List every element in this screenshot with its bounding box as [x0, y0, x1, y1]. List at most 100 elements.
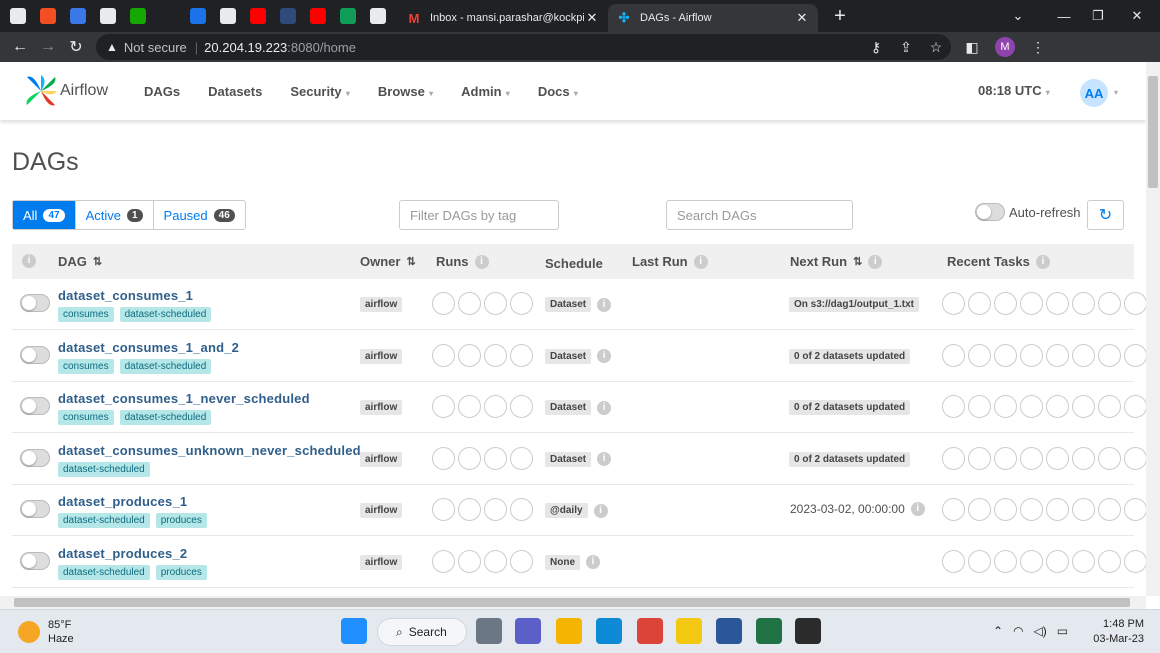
- refresh-button[interactable]: ↻: [1087, 200, 1124, 230]
- pinned-tab[interactable]: [126, 4, 150, 28]
- task-state-circle[interactable]: [942, 549, 965, 573]
- close-tab-icon[interactable]: ✕: [584, 10, 600, 26]
- nav-item-docs[interactable]: Docs ▾: [538, 84, 578, 99]
- tag-badge[interactable]: produces: [155, 564, 207, 580]
- task-state-circle[interactable]: [1046, 498, 1069, 521]
- nav-item-dags[interactable]: DAGs: [144, 84, 180, 99]
- run-state-circle[interactable]: [458, 343, 481, 367]
- pinned-tab[interactable]: [306, 4, 330, 28]
- dag-link[interactable]: dataset_consumes_unknown_never_scheduled: [58, 443, 361, 458]
- reload-icon[interactable]: ↻: [62, 37, 90, 57]
- forward-icon[interactable]: →: [34, 38, 62, 56]
- task-state-circle[interactable]: [994, 446, 1017, 470]
- run-state-circle[interactable]: [432, 395, 455, 418]
- run-state-circle[interactable]: [458, 446, 481, 470]
- task-state-circle[interactable]: [1072, 446, 1095, 470]
- info-icon[interactable]: i: [586, 555, 600, 569]
- word-icon[interactable]: [716, 618, 742, 644]
- browser-tab[interactable]: ✣ DAGs - Airflow ✕: [608, 4, 818, 32]
- tag-badge[interactable]: dataset-scheduled: [58, 513, 150, 528]
- task-state-circle[interactable]: [968, 395, 991, 418]
- task-state-circle[interactable]: [1098, 498, 1121, 521]
- nav-item-datasets[interactable]: Datasets: [208, 84, 262, 99]
- tag-badge[interactable]: dataset-scheduled: [119, 410, 212, 425]
- dag-link[interactable]: dataset_consumes_1_never_scheduled: [58, 391, 310, 406]
- pause-toggle[interactable]: [20, 345, 50, 364]
- run-state-circle[interactable]: [484, 446, 507, 470]
- bookmark-star-icon[interactable]: ☆: [921, 39, 951, 56]
- task-state-circle[interactable]: [994, 498, 1017, 521]
- task-state-circle[interactable]: [968, 343, 991, 367]
- run-state-circle[interactable]: [458, 498, 481, 521]
- pinned-tab[interactable]: [156, 4, 180, 28]
- task-state-circle[interactable]: [1098, 549, 1121, 573]
- task-state-circle[interactable]: [1098, 446, 1121, 470]
- back-icon[interactable]: ←: [6, 38, 34, 56]
- tag-badge[interactable]: consumes: [58, 410, 114, 425]
- run-state-circle[interactable]: [510, 549, 533, 573]
- run-state-circle[interactable]: [510, 292, 533, 315]
- search-dags-input[interactable]: [666, 200, 853, 230]
- run-state-circle[interactable]: [432, 549, 455, 573]
- run-state-circle[interactable]: [432, 343, 455, 367]
- task-state-circle[interactable]: [1124, 343, 1146, 367]
- pause-toggle[interactable]: [20, 397, 50, 415]
- task-state-circle[interactable]: [1072, 292, 1095, 315]
- run-state-circle[interactable]: [432, 446, 455, 470]
- task-state-circle[interactable]: [1072, 549, 1095, 573]
- tag-badge[interactable]: dataset-scheduled: [58, 461, 150, 477]
- nav-item-browse[interactable]: Browse ▾: [378, 84, 433, 99]
- task-state-circle[interactable]: [942, 395, 965, 418]
- run-state-circle[interactable]: [510, 343, 533, 367]
- close-window-icon[interactable]: ✕: [1114, 0, 1160, 32]
- tab-search-icon[interactable]: ⌄: [995, 0, 1041, 32]
- run-state-circle[interactable]: [510, 395, 533, 418]
- tag-filter-input[interactable]: [399, 200, 559, 230]
- pinned-tab[interactable]: [246, 4, 270, 28]
- dag-link[interactable]: dataset_consumes_1: [58, 288, 193, 303]
- task-state-circle[interactable]: [1020, 343, 1043, 367]
- system-tray[interactable]: ⌃ ◠ ◁) ▭: [993, 624, 1078, 638]
- edge-icon[interactable]: [596, 618, 622, 644]
- pinned-tab[interactable]: [186, 4, 210, 28]
- filter-all[interactable]: All 47: [13, 201, 76, 229]
- clock-date[interactable]: 1:48 PM 03-Mar-23: [1088, 617, 1144, 647]
- file-explorer-icon[interactable]: [556, 618, 582, 644]
- browser-tab[interactable]: M Inbox - mansi.parashar@kockpit. ✕: [398, 4, 608, 32]
- share-icon[interactable]: ⇪: [891, 39, 921, 56]
- info-icon[interactable]: i: [597, 400, 612, 415]
- address-bar[interactable]: ▲ Not secure | 20.204.19.223 :8080/home …: [96, 34, 951, 60]
- profile-avatar[interactable]: M: [995, 37, 1015, 57]
- task-state-circle[interactable]: [1046, 395, 1069, 418]
- pinned-tab[interactable]: [336, 4, 360, 28]
- pinned-tab[interactable]: [366, 4, 390, 28]
- task-state-circle[interactable]: [1046, 549, 1069, 573]
- pinned-tab[interactable]: [36, 4, 60, 28]
- new-tab-button[interactable]: +: [828, 5, 852, 28]
- task-state-circle[interactable]: [1020, 395, 1043, 418]
- task-state-circle[interactable]: [968, 498, 991, 521]
- info-icon[interactable]: i: [593, 503, 608, 518]
- dag-link[interactable]: dataset_produces_2: [58, 546, 187, 561]
- task-state-circle[interactable]: [1124, 498, 1146, 521]
- chrome-icon[interactable]: [637, 618, 663, 644]
- task-state-circle[interactable]: [994, 395, 1017, 418]
- run-state-circle[interactable]: [510, 446, 533, 470]
- pinned-tab[interactable]: [216, 4, 240, 28]
- task-state-circle[interactable]: [1124, 292, 1146, 315]
- task-state-circle[interactable]: [1046, 292, 1069, 315]
- run-state-circle[interactable]: [458, 292, 481, 315]
- task-state-circle[interactable]: [1098, 343, 1121, 367]
- pinned-tab[interactable]: [96, 4, 120, 28]
- task-state-circle[interactable]: [968, 292, 991, 315]
- pinned-tab[interactable]: [6, 4, 30, 28]
- task-state-circle[interactable]: [968, 446, 991, 470]
- terminal-icon[interactable]: [795, 618, 821, 644]
- task-state-circle[interactable]: [1124, 446, 1146, 470]
- task-state-circle[interactable]: [1020, 446, 1043, 470]
- horizontal-scrollbar[interactable]: [0, 596, 1146, 609]
- task-state-circle[interactable]: [1072, 395, 1095, 418]
- nav-item-admin[interactable]: Admin ▾: [461, 84, 510, 99]
- airflow-logo[interactable]: Airflow: [24, 74, 108, 108]
- pause-toggle[interactable]: [20, 551, 50, 570]
